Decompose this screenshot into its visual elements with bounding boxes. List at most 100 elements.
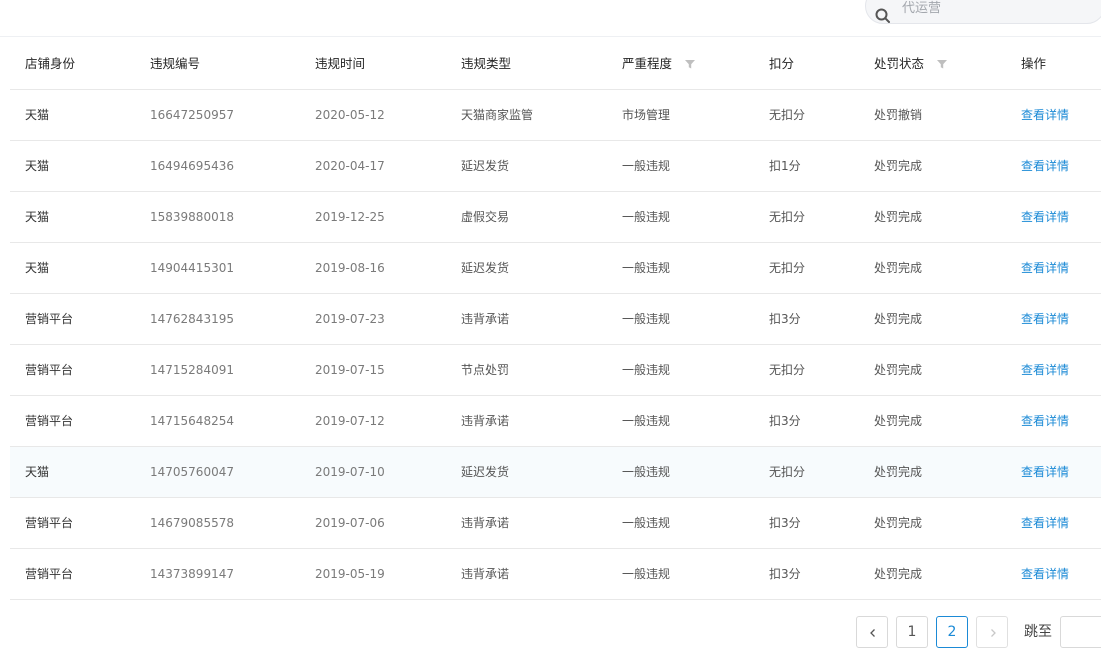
cell-store-identity: 营销平台 [25,312,74,326]
cell-points: 无扣分 [769,108,806,122]
cell-points: 扣3分 [769,516,801,530]
table-row: 营销平台 14762843195 2019-07-23 违背承诺 一般违规 扣3分 处罚完成… [10,294,1101,345]
cell-points: 无扣分 [769,261,806,275]
pagination-prev-button[interactable] [856,616,888,648]
header-violation-id: 违规编号 [150,37,200,90]
header-penalty-status: 处罚状态 [874,37,948,90]
cell-violation-type: 延迟发货 [461,465,510,479]
cell-store-identity: 天猫 [25,159,50,173]
view-details-link: 查看详情 [1021,294,1069,345]
table-header: 店铺身份 违规编号 违规时间 违规类型 严重程度 扣分 处罚状态 操作 [10,37,1101,90]
cell-penalty-status: 处罚完成 [874,516,923,530]
table-row: 天猫 15839880018 2019-12-25 虚假交易 一般违规 无扣分 处罚完成 查看… [10,192,1101,243]
cell-violation-type: 违背承诺 [461,414,510,428]
table-row: 天猫 16494695436 2020-04-17 延迟发货 一般违规 扣1分 处罚完成 查看… [10,141,1101,192]
cell-violation-type: 违背承诺 [461,312,510,326]
cell-points: 扣3分 [769,312,801,326]
cell-severity: 一般违规 [622,465,671,479]
pagination-page-1[interactable]: 1 [896,616,928,648]
view-details-link: 查看详情 [1021,549,1069,600]
table-row: 天猫 14904415301 2019-08-16 延迟发货 一般违规 无扣分 处罚完成 查看… [10,243,1101,294]
cell-points: 无扣分 [769,210,806,224]
jump-to-label: 跳至 [1024,624,1052,640]
table-row: 营销平台 14715648254 2019-07-12 违背承诺 一般违规 扣3分 处罚完成… [10,396,1101,447]
cell-violation-type: 节点处罚 [461,363,510,377]
view-details-link[interactable]: 查看详情 [1021,210,1069,224]
cell-violation-id: 16494695436 [150,159,234,173]
cell-severity: 一般违规 [622,210,671,224]
cell-severity: 一般违规 [622,363,671,377]
cell-severity: 市场管理 [622,108,671,122]
jump-to-input[interactable] [1060,616,1101,648]
cell-violation-type: 违背承诺 [461,567,510,581]
pagination-page-2[interactable]: 2 [936,616,968,648]
cell-violation-type: 虚假交易 [461,210,510,224]
search-input[interactable] [902,0,1082,17]
view-details-link[interactable]: 查看详情 [1021,516,1069,530]
search-box[interactable] [865,0,1101,24]
header-store-identity: 店铺身份 [25,37,75,90]
cell-violation-time: 2020-05-12 [315,108,385,122]
header-violation-time: 违规时间 [315,37,365,90]
view-details-link[interactable]: 查看详情 [1021,414,1069,428]
cell-store-identity: 天猫 [25,261,50,275]
cell-violation-time: 2019-08-16 [315,261,385,275]
cell-severity: 一般违规 [622,414,671,428]
cell-penalty-status: 处罚撤销 [874,108,923,122]
header-label: 违规编号 [150,56,201,71]
view-details-link[interactable]: 查看详情 [1021,567,1069,581]
cell-penalty-status: 处罚完成 [874,159,923,173]
cell-store-identity: 天猫 [25,108,50,122]
cell-store-identity: 营销平台 [25,363,74,377]
cell-penalty-status: 处罚完成 [874,465,923,479]
search-icon[interactable] [874,7,892,25]
filter-icon[interactable] [684,58,696,70]
cell-violation-time: 2019-12-25 [315,210,385,224]
table-row: 天猫 14705760047 2019-07-10 延迟发货 一般违规 无扣分 处罚完成 查看… [10,447,1101,498]
view-details-link: 查看详情 [1021,396,1069,447]
cell-violation-type: 延迟发货 [461,261,510,275]
cell-violation-time: 2019-05-19 [315,567,385,581]
view-details-link[interactable]: 查看详情 [1021,108,1069,122]
view-details-link[interactable]: 查看详情 [1021,159,1069,173]
header-actions: 操作 [1021,37,1046,90]
cell-penalty-status: 处罚完成 [874,261,923,275]
cell-store-identity: 天猫 [25,465,50,479]
view-details-link: 查看详情 [1021,243,1069,294]
header-points: 扣分 [769,37,794,90]
header-label: 违规类型 [461,56,512,71]
view-details-link: 查看详情 [1021,498,1069,549]
cell-penalty-status: 处罚完成 [874,567,923,581]
table-row: 营销平台 14679085578 2019-07-06 违背承诺 一般违规 扣3分 处罚完成… [10,498,1101,549]
chevron-right-icon [991,629,996,637]
cell-points: 扣1分 [769,159,801,173]
cell-violation-id: 14705760047 [150,465,234,479]
cell-store-identity: 营销平台 [25,414,74,428]
cell-violation-time: 2019-07-12 [315,414,385,428]
cell-points: 扣3分 [769,414,801,428]
view-details-link[interactable]: 查看详情 [1021,465,1069,479]
header-label: 违规时间 [315,56,366,71]
cell-violation-id: 14904415301 [150,261,234,275]
table-row: 营销平台 14373899147 2019-05-19 违背承诺 一般违规 扣3分 处罚完成… [10,549,1101,600]
filter-icon[interactable] [936,58,948,70]
cell-violation-id: 16647250957 [150,108,234,122]
pagination-next-button[interactable] [976,616,1008,648]
header-label: 严重程度 [622,56,673,71]
cell-severity: 一般违规 [622,567,671,581]
view-details-link[interactable]: 查看详情 [1021,261,1069,275]
cell-violation-time: 2019-07-10 [315,465,385,479]
cell-store-identity: 天猫 [25,210,50,224]
cell-penalty-status: 处罚完成 [874,210,923,224]
cell-violation-id: 14679085578 [150,516,234,530]
header-label: 扣分 [769,56,795,71]
cell-violation-time: 2019-07-23 [315,312,385,326]
view-details-link[interactable]: 查看详情 [1021,312,1069,326]
view-details-link[interactable]: 查看详情 [1021,363,1069,377]
table-row: 营销平台 14715284091 2019-07-15 节点处罚 一般违规 无扣分 处罚完成… [10,345,1101,396]
cell-store-identity: 营销平台 [25,516,74,530]
table-row: 天猫 16647250957 2020-05-12 天猫商家监管 市场管理 无扣分 处罚撤销… [10,90,1101,141]
cell-violation-id: 14715284091 [150,363,234,377]
cell-violation-id: 14373899147 [150,567,234,581]
cell-violation-type: 延迟发货 [461,159,510,173]
